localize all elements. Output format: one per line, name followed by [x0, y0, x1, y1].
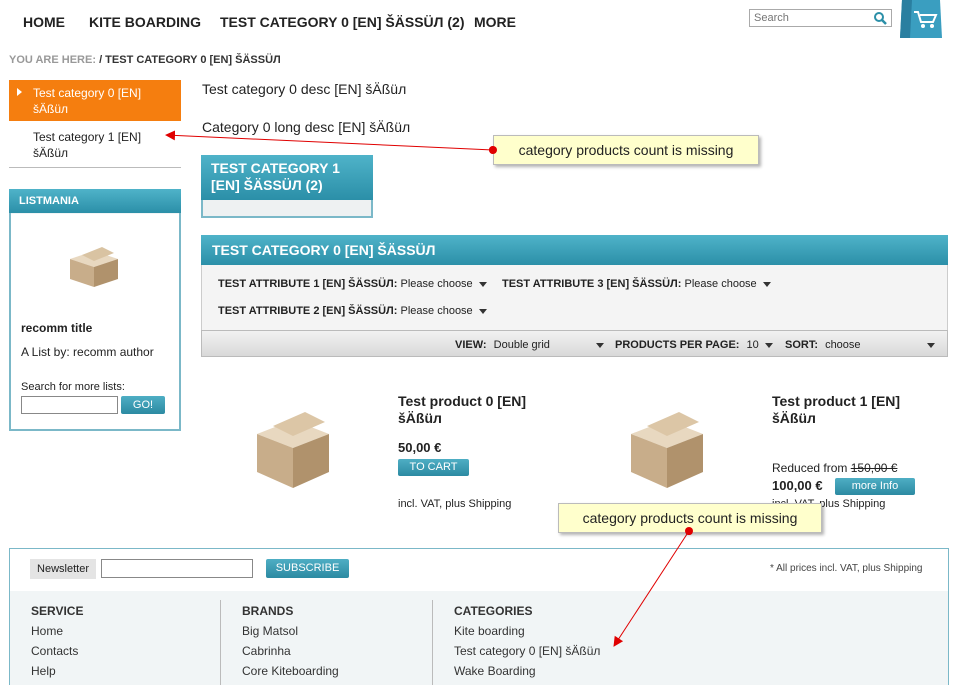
- product-box-icon[interactable]: [253, 408, 333, 490]
- annotation-callout: category products count is missing: [493, 135, 759, 165]
- per-page-label: PRODUCTS PER PAGE:: [615, 339, 740, 351]
- category-long-description: Category 0 long desc [EN] šÄßüл: [202, 119, 411, 135]
- sidebar-category-label: Test category 1 [EN] šÄßüл: [33, 130, 142, 160]
- footer-column-title: CATEGORIES: [454, 604, 533, 618]
- footer-divider: [432, 600, 433, 685]
- view-value: Double grid: [493, 339, 550, 351]
- attribute-value: Please choose: [684, 278, 757, 290]
- sidebar-category-active[interactable]: Test category 0 [EN] šÄßüл: [9, 80, 181, 121]
- listing-toolbar: VIEW: Double grid PRODUCTS PER PAGE: 10 …: [201, 330, 948, 357]
- footer-link[interactable]: Kite boarding: [454, 624, 525, 638]
- footer-link[interactable]: Cabrinha: [242, 644, 291, 658]
- annotation-callout: category products count is missing: [558, 503, 822, 533]
- listmania-search-input[interactable]: [21, 396, 118, 414]
- product-title[interactable]: Test product 1 [EN] šÄßüл: [772, 393, 942, 427]
- attribute-label: TEST ATTRIBUTE 2 [EN] ŠÄSSÜЛ:: [218, 305, 398, 317]
- caret-down-icon: [762, 281, 771, 287]
- product-box-icon[interactable]: [68, 245, 120, 289]
- sort-select[interactable]: SORT: choose: [785, 339, 936, 351]
- attribute-label: TEST ATTRIBUTE 1 [EN] ŠÄSSÜЛ:: [218, 278, 398, 290]
- nav-item-home[interactable]: HOME: [23, 14, 65, 30]
- sidebar-category-item[interactable]: Test category 1 [EN] šÄßüл: [9, 126, 181, 168]
- per-page-value: 10: [746, 339, 759, 351]
- shopping-bag-icon[interactable]: [898, 0, 944, 38]
- listmania-search-label: Search for more lists:: [21, 381, 125, 393]
- old-price: 150,00 €: [850, 461, 898, 475]
- newsletter-email-input[interactable]: [101, 559, 253, 578]
- caret-down-icon: [595, 342, 604, 348]
- product-box-icon[interactable]: [627, 408, 707, 490]
- reduced-prefix: Reduced from: [772, 461, 848, 475]
- caret-down-icon: [927, 342, 936, 348]
- breadcrumb-prefix: YOU ARE HERE:: [9, 54, 96, 66]
- attribute-value: Please choose: [400, 305, 473, 317]
- attribute-filter-panel: TEST ATTRIBUTE 1 [EN] ŠÄSSÜЛ: Please cho…: [201, 265, 948, 330]
- category-description: Test category 0 desc [EN] šÄßüл: [202, 81, 407, 97]
- footer-link[interactable]: Core Kiteboarding: [242, 664, 339, 678]
- caret-down-icon: [478, 281, 487, 287]
- sidebar-category-label: Test category 0 [EN] šÄßüл: [33, 86, 142, 116]
- view-label: VIEW:: [455, 339, 487, 351]
- search-icon[interactable]: [870, 10, 890, 26]
- sort-label: SORT:: [785, 339, 818, 351]
- nav-item-more[interactable]: MORE: [474, 14, 516, 30]
- footer-divider: [220, 600, 221, 685]
- sort-value: choose: [825, 339, 861, 351]
- breadcrumb-current: / TEST CATEGORY 0 [EN] ŠÄSSÜЛ: [99, 54, 281, 66]
- footer-column-title: BRANDS: [242, 604, 294, 618]
- caret-down-icon: [478, 308, 487, 314]
- nav-item-test-category-0[interactable]: TEST CATEGORY 0 [EN] ŠÄßÜЛ (2): [220, 14, 464, 30]
- product-price: 100,00 €: [772, 478, 823, 493]
- attribute-filter-2[interactable]: TEST ATTRIBUTE 2 [EN] ŠÄSSÜЛ: Please cho…: [218, 305, 487, 317]
- nav-item-kite-boarding[interactable]: KITE BOARDING: [89, 14, 201, 30]
- footer-link[interactable]: Wake Boarding: [454, 664, 536, 678]
- attribute-filter-3[interactable]: TEST ATTRIBUTE 3 [EN] ŠÄSSÜЛ: Please cho…: [502, 278, 771, 290]
- view-select[interactable]: VIEW: Double grid: [455, 339, 604, 351]
- more-info-button[interactable]: more Info: [835, 478, 915, 495]
- listing-title: TEST CATEGORY 0 [EN] ŠÄSSÜЛ: [201, 235, 948, 265]
- footer-link[interactable]: Big Matsol: [242, 624, 298, 638]
- attribute-label: TEST ATTRIBUTE 3 [EN] ŠÄSSÜЛ:: [502, 278, 682, 290]
- product-price: 50,00 €: [398, 440, 442, 455]
- footer-link[interactable]: Help: [31, 664, 56, 678]
- footer-link[interactable]: Test category 0 [EN] šÄßüл: [454, 644, 600, 658]
- product-vat-note: incl. VAT, plus Shipping: [398, 498, 512, 510]
- footer-link[interactable]: Contacts: [31, 644, 78, 658]
- product-title[interactable]: Test product 0 [EN] šÄßüл: [398, 393, 558, 427]
- caret-down-icon: [764, 342, 773, 348]
- annotation-arrow: [165, 130, 494, 151]
- all-prices-note: * All prices incl. VAT, plus Shipping: [770, 563, 923, 574]
- attribute-value: Please choose: [400, 278, 473, 290]
- subcategory-title[interactable]: TEST CATEGORY 1 [EN] ŠÄSSÜЛ (2): [201, 155, 373, 200]
- breadcrumb: YOU ARE HERE: / TEST CATEGORY 0 [EN] ŠÄS…: [9, 54, 281, 66]
- per-page-select[interactable]: PRODUCTS PER PAGE: 10: [615, 339, 773, 351]
- footer-column-title: SERVICE: [31, 604, 84, 618]
- listmania-author: A List by: recomm author: [21, 345, 154, 359]
- listmania-list-title[interactable]: recomm title: [21, 321, 92, 335]
- newsletter-label: Newsletter: [30, 559, 96, 579]
- subscribe-button[interactable]: SUBSCRIBE: [266, 559, 349, 578]
- attribute-filter-1[interactable]: TEST ATTRIBUTE 1 [EN] ŠÄSSÜЛ: Please cho…: [218, 278, 487, 290]
- listmania-title: LISTMANIA: [9, 189, 181, 213]
- chevron-right-icon: [17, 88, 22, 96]
- to-cart-button[interactable]: TO CART: [398, 459, 469, 476]
- listmania-go-button[interactable]: GO!: [121, 396, 165, 414]
- footer-link[interactable]: Home: [31, 624, 63, 638]
- product-reduced-price: Reduced from 150,00 €: [772, 461, 897, 475]
